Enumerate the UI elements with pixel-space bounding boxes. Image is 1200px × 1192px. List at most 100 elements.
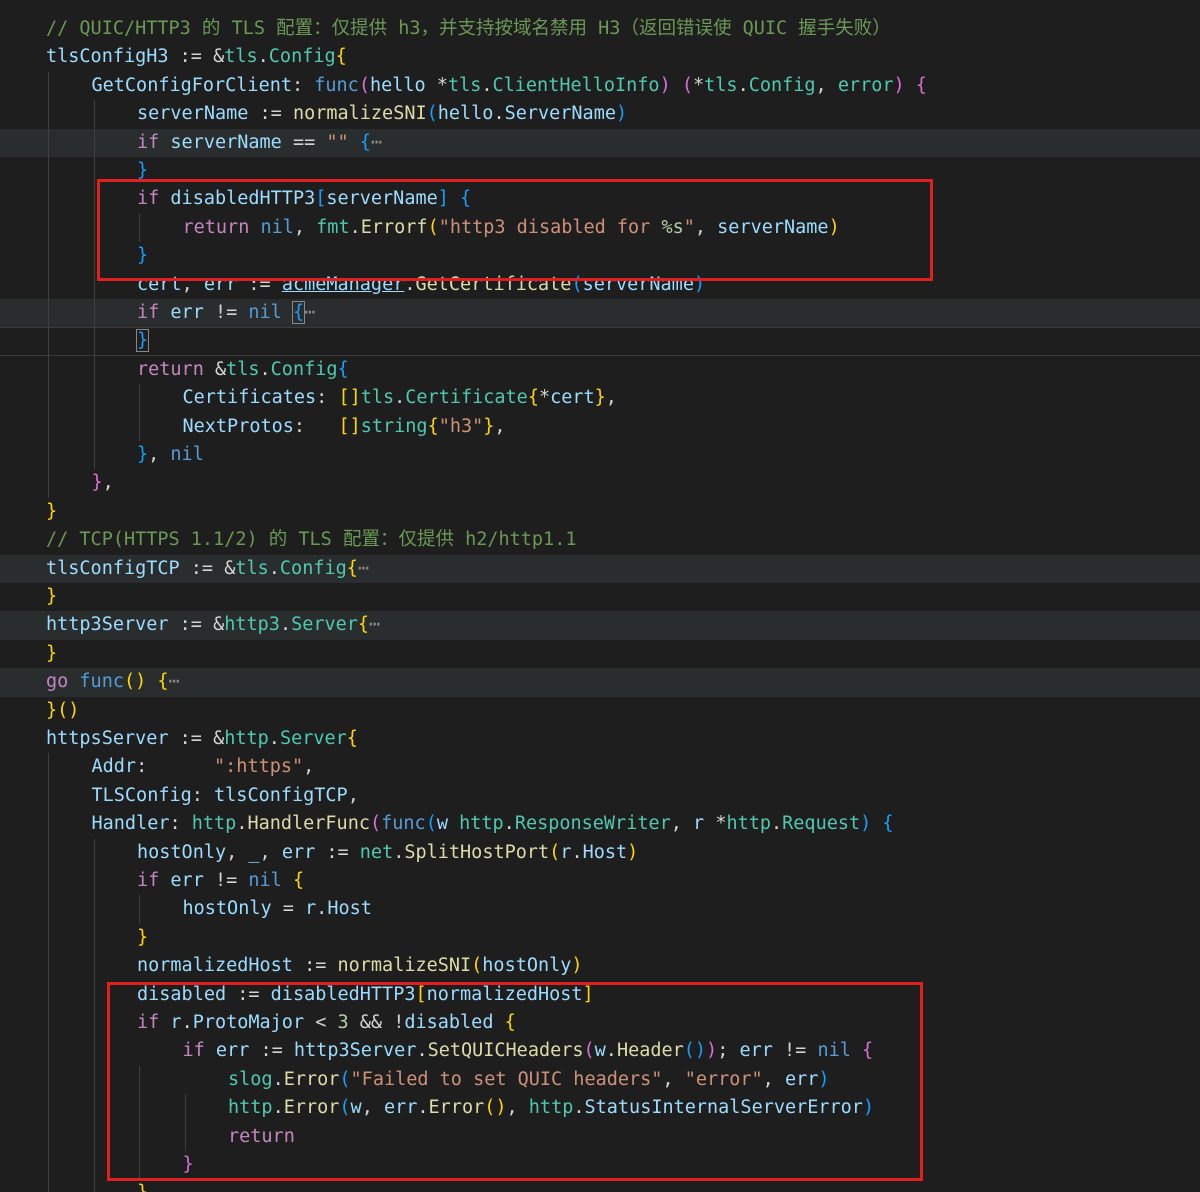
code-line[interactable]: Handler: http.HandlerFunc(func(w http.Re… (0, 810, 1200, 838)
code-line[interactable]: } (0, 157, 1200, 185)
code-line[interactable]: tlsConfigTCP := &tls.Config{⋯ (0, 554, 1200, 583)
code-token: tlsConfigH3 (46, 46, 169, 68)
code-token: ] (582, 983, 594, 1005)
code-token: Host (327, 898, 372, 920)
code-text: } (137, 924, 148, 952)
fold-ellipsis-icon[interactable]: ⋯ (358, 558, 369, 579)
code-line[interactable]: hostOnly, _, err := net.SplitHostPort(r.… (0, 839, 1200, 867)
code-token: ResponseWriter (514, 813, 671, 835)
code-line[interactable]: } (0, 327, 1200, 355)
code-line[interactable]: if err != nil { (0, 867, 1200, 895)
code-line[interactable]: // QUIC/HTTP3 的 TLS 配置：仅提供 h3，并支持按域名禁用 H… (0, 15, 1200, 43)
code-text: return &tls.Config{ (137, 356, 349, 384)
code-token: } (46, 699, 58, 721)
code-editor[interactable]: // QUIC/HTTP3 的 TLS 配置：仅提供 h3，并支持按域名禁用 H… (0, 0, 1200, 1192)
code-line[interactable]: tlsConfigH3 := &tls.Config{ (0, 43, 1200, 71)
fold-ellipsis-icon[interactable]: ⋯ (169, 671, 180, 692)
code-token: . (259, 358, 271, 380)
code-line[interactable]: return nil, fmt.Errorf("http3 disabled f… (0, 214, 1200, 242)
code-line[interactable]: if serverName == "" {⋯ (0, 128, 1200, 157)
code-token: := & (168, 728, 225, 749)
code-token: hello (369, 74, 437, 96)
code-line[interactable]: if err != nil {⋯ (0, 299, 1200, 328)
code-token: ":https" (214, 756, 304, 778)
code-line[interactable]: Addr: ":https", (0, 753, 1200, 781)
code-token: } (594, 387, 606, 409)
code-token: Header (616, 1040, 684, 1062)
code-line[interactable]: return (0, 1123, 1200, 1151)
indent-guide (184, 1094, 186, 1151)
code-line[interactable]: } (0, 498, 1200, 526)
code-token: : (291, 74, 315, 96)
code-token: http3Server (293, 1040, 417, 1062)
code-token: ProtoMajor (192, 1012, 305, 1033)
code-token: . (268, 557, 280, 579)
code-line[interactable]: }() (0, 697, 1200, 725)
fold-ellipsis-icon[interactable]: ⋯ (369, 614, 380, 635)
code-line[interactable]: } (0, 924, 1200, 952)
code-token: { (862, 1040, 874, 1062)
code-line[interactable]: disabled := disabledHTTP3[normalizedHost… (0, 981, 1200, 1009)
code-text: // TCP(HTTPS 1.1/2) 的 TLS 配置：仅提供 h2/http… (46, 526, 576, 554)
code-line[interactable]: serverName := normalizeSNI(hello.ServerN… (0, 100, 1200, 128)
fold-ellipsis-icon[interactable]: ⋯ (371, 132, 382, 153)
code-line[interactable]: } (0, 1179, 1200, 1192)
code-token: . (272, 1068, 284, 1090)
code-token: () (484, 1097, 507, 1119)
code-token: ; (717, 1040, 740, 1062)
code-line[interactable]: http3Server := &http3.Server{⋯ (0, 611, 1200, 640)
code-token: , (694, 216, 718, 238)
code-line[interactable]: } (0, 1151, 1200, 1179)
code-token: ServerName (504, 103, 616, 125)
code-token: : (136, 756, 215, 778)
code-token: != (203, 302, 249, 323)
code-line[interactable]: if err := http3Server.SetQUICHeaders(w.H… (0, 1037, 1200, 1065)
code-token: disabledHTTP3 (270, 983, 416, 1005)
code-line[interactable]: if r.ProtoMajor < 3 && !disabled { (0, 1009, 1200, 1037)
code-token: } (137, 160, 149, 181)
code-line[interactable]: normalizedHost := normalizeSNI(hostOnly) (0, 952, 1200, 980)
code-line[interactable]: hostOnly = r.Host (0, 895, 1200, 923)
code-token: ) (860, 813, 872, 835)
code-line[interactable]: go func() {⋯ (0, 668, 1200, 697)
code-line[interactable]: } (0, 583, 1200, 611)
code-line[interactable]: cert, err := acmeManager.GetCertificate(… (0, 271, 1200, 299)
code-line[interactable]: TLSConfig: tlsConfigTCP, (0, 782, 1200, 810)
code-line[interactable]: NextProtos: []string{"h3"}, (0, 413, 1200, 441)
indent-guide (139, 895, 140, 924)
code-line[interactable]: GetConfigForClient: func(hello *tls.Clie… (0, 72, 1200, 100)
code-token: return (228, 1125, 295, 1147)
code-line[interactable]: if disabledHTTP3[serverName] { (0, 185, 1200, 213)
code-line[interactable]: slog.Error("Failed to set QUIC headers",… (0, 1066, 1200, 1094)
code-line[interactable]: http.Error(w, err.Error(), http.StatusIn… (0, 1094, 1200, 1122)
code-text: if serverName == "" {⋯ (137, 129, 382, 157)
code-token: // QUIC/HTTP3 的 TLS 配置：仅提供 h3，并支持按域名禁用 H… (46, 18, 891, 39)
code-token: tls (235, 557, 269, 579)
indent-guide (93, 100, 95, 470)
code-line[interactable]: } (0, 640, 1200, 668)
code-token: { (346, 728, 358, 749)
code-token: SetQUICHeaders (427, 1040, 584, 1062)
code-line[interactable]: return &tls.Config{ (0, 356, 1200, 384)
code-token: ( (339, 1097, 351, 1119)
code-token: w (436, 813, 460, 835)
code-line[interactable]: } (0, 242, 1200, 270)
code-text: tlsConfigH3 := &tls.Config{ (46, 43, 347, 71)
code-token: { (335, 46, 347, 68)
code-token: { (337, 358, 349, 380)
code-token: . (503, 813, 515, 835)
code-token: disabledHTTP3 (170, 188, 316, 210)
code-token: %s (661, 216, 684, 238)
fold-ellipsis-icon[interactable]: ⋯ (304, 302, 315, 323)
code-line[interactable]: }, (0, 469, 1200, 497)
code-line[interactable]: Certificates: []tls.Certificate{*cert}, (0, 384, 1200, 412)
code-line[interactable]: httpsServer := &http.Server{ (0, 725, 1200, 753)
code-line[interactable]: }, nil (0, 441, 1200, 469)
code-token: Config (279, 557, 347, 579)
code-token: * (715, 813, 727, 835)
code-line[interactable]: // TCP(HTTPS 1.1/2) 的 TLS 配置：仅提供 h2/http… (0, 526, 1200, 554)
code-token: normalizeSNI (337, 955, 472, 977)
